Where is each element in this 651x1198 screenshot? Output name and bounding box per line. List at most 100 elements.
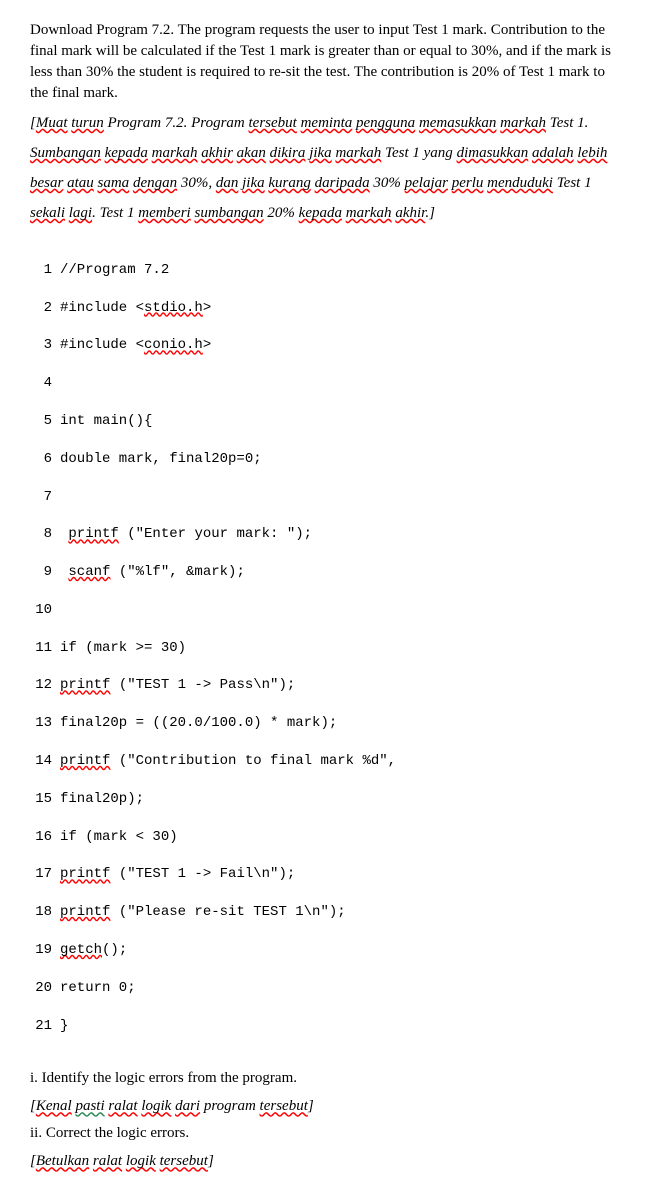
line-number: 11	[30, 639, 52, 658]
code-line: 11if (mark >= 30)	[30, 639, 621, 658]
word: kurang	[268, 175, 311, 191]
code-line: 3 #include <conio.h>	[30, 336, 621, 355]
word: dan	[216, 175, 239, 191]
code: printf ("Enter your mark: ");	[60, 525, 312, 544]
code-line: 7	[30, 488, 621, 507]
line-number: 3	[30, 336, 52, 355]
line-number: 19	[30, 941, 52, 960]
word: markah	[500, 115, 546, 131]
line-number: 6	[30, 450, 52, 469]
code: final20p = ((20.0/100.0) * mark);	[60, 714, 337, 733]
word: tersebut	[249, 115, 297, 131]
code-line: 18 printf ("Please re-sit TEST 1\n");	[30, 903, 621, 922]
word: daripada	[315, 175, 370, 191]
code: final20p);	[60, 790, 144, 809]
line-number: 5	[30, 412, 52, 431]
line-number: 8	[30, 525, 52, 544]
code: return 0;	[60, 979, 136, 998]
code: printf ("Contribution to final mark %d",	[60, 752, 396, 771]
word: sama	[98, 175, 130, 191]
word: sekali	[30, 205, 65, 221]
code-line: 14 printf ("Contribution to final mark %d…	[30, 752, 621, 771]
code: #include <stdio.h>	[60, 299, 211, 318]
code: #include <conio.h>	[60, 336, 211, 355]
code: printf ("TEST 1 -> Fail\n");	[60, 865, 295, 884]
word: kepada	[299, 205, 342, 221]
line-number: 18	[30, 903, 52, 922]
word: dengan	[133, 175, 177, 191]
code-line: 13 final20p = ((20.0/100.0) * mark);	[30, 714, 621, 733]
code: double mark, final20p=0;	[60, 450, 262, 469]
code: scanf ("%lf", &mark);	[60, 563, 245, 582]
text: 30%,	[177, 175, 216, 191]
code-line: 5 int main(){	[30, 412, 621, 431]
word: perlu	[452, 175, 484, 191]
line-number: 16	[30, 828, 52, 847]
word: atau	[67, 175, 94, 191]
word: turun	[71, 115, 104, 131]
word: menduduki	[487, 175, 553, 191]
code-line: 16 if (mark < 30)	[30, 828, 621, 847]
line-number: 9	[30, 563, 52, 582]
word: Sumbangan	[30, 145, 101, 161]
code: printf ("Please re-sit TEST 1\n");	[60, 903, 346, 922]
code: printf ("TEST 1 -> Pass\n");	[60, 676, 295, 695]
line-number: 10	[30, 601, 52, 620]
question-ii: ii. Correct the logic errors.	[30, 1123, 621, 1144]
line-number: 12	[30, 676, 52, 695]
word: pengguna	[356, 115, 415, 131]
word: meminta	[301, 115, 353, 131]
word: memberi	[138, 205, 191, 221]
word: jika	[309, 145, 332, 161]
text: Test 1 yang	[381, 145, 456, 161]
word: lebih	[577, 145, 607, 161]
text: Test 1	[553, 175, 592, 191]
word: jika	[242, 175, 265, 191]
line-number: 4	[30, 374, 52, 393]
code: if (mark < 30)	[60, 828, 178, 847]
word: Muat	[36, 115, 68, 131]
word: dimasukkan	[457, 145, 529, 161]
word: besar	[30, 175, 63, 191]
line-number: 21	[30, 1017, 52, 1036]
code-line: 4	[30, 374, 621, 393]
code: //Program 7.2	[60, 261, 169, 280]
intro-paragraph: Download Program 7.2. The program reques…	[30, 20, 621, 104]
word: dikira	[270, 145, 306, 161]
word: markah	[152, 145, 198, 161]
questions-block: i. Identify the logic errors from the pr…	[30, 1068, 621, 1176]
code-line: 12 printf ("TEST 1 -> Pass\n");	[30, 676, 621, 695]
code-line: 9 scanf ("%lf", &mark);	[30, 563, 621, 582]
word: adalah	[532, 145, 574, 161]
question-i-malay: [Kenal pasti ralat logik dari program te…	[30, 1091, 621, 1121]
code-line: 6 double mark, final20p=0;	[30, 450, 621, 469]
question-ii-malay: [Betulkan ralat logik tersebut]	[30, 1146, 621, 1176]
code-line: 10	[30, 601, 621, 620]
line-number: 13	[30, 714, 52, 733]
line-number: 17	[30, 865, 52, 884]
code-line: 20 return 0;	[30, 979, 621, 998]
word: pelajar	[405, 175, 448, 191]
text: . Test 1	[92, 205, 138, 221]
line-number: 15	[30, 790, 52, 809]
line-number: 20	[30, 979, 52, 998]
code-line: 19 getch();	[30, 941, 621, 960]
malay-translation: [Muat turun Program 7.2. Program tersebu…	[30, 108, 621, 228]
line-number: 1	[30, 261, 52, 280]
line-number: 2	[30, 299, 52, 318]
code-line: 1 //Program 7.2	[30, 261, 621, 280]
word: markah	[335, 145, 381, 161]
text: 30%	[370, 175, 405, 191]
word: kepada	[105, 145, 148, 161]
word: akhir	[395, 205, 425, 221]
code-line: 21}	[30, 1017, 621, 1036]
code: getch();	[60, 941, 127, 960]
word: akan	[237, 145, 266, 161]
line-number: 14	[30, 752, 52, 771]
code: int main(){	[60, 412, 152, 431]
text: 20%	[267, 205, 298, 221]
code-line: 17 printf ("TEST 1 -> Fail\n");	[30, 865, 621, 884]
code-block: 1 //Program 7.2 2 #include <stdio.h> 3 #inc…	[30, 242, 621, 1054]
word: lagi	[69, 205, 92, 221]
word: akhir	[201, 145, 233, 161]
